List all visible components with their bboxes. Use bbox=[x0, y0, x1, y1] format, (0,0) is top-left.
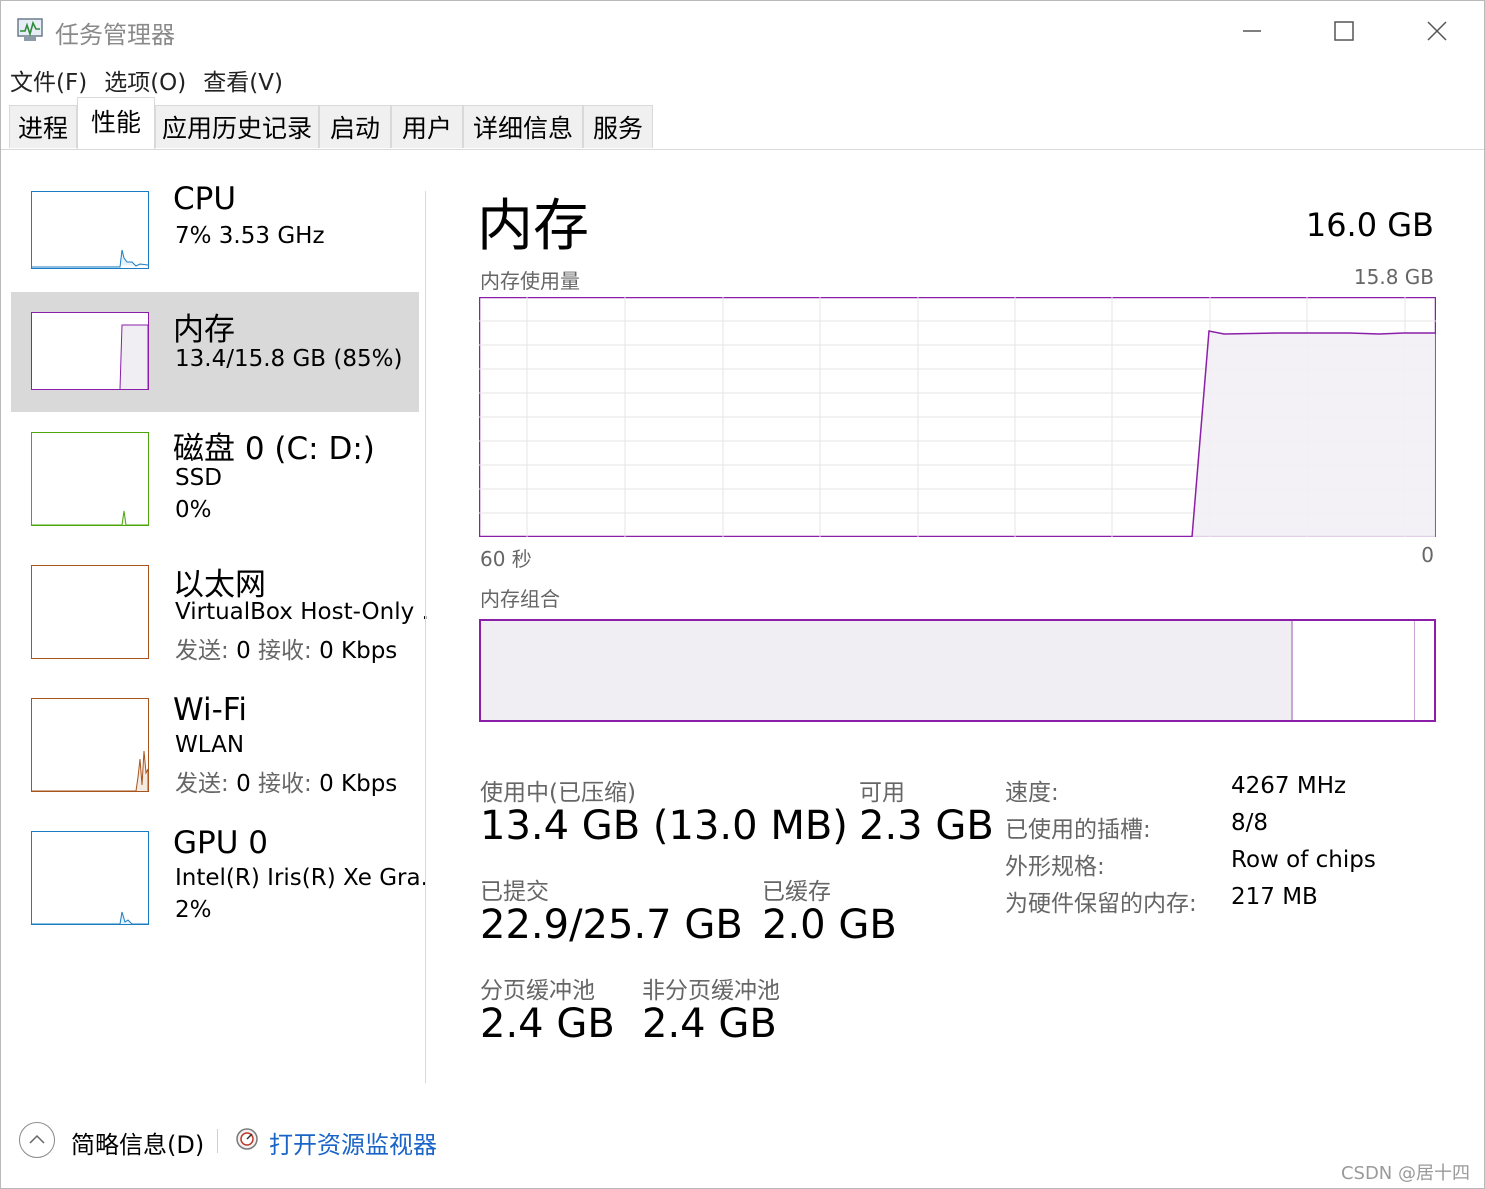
paged-pool-label: 分页缓冲池 bbox=[480, 978, 595, 1004]
gpu-mini-graph bbox=[31, 831, 149, 925]
hardware-reserved-label: 为硬件保留的内存: bbox=[1005, 891, 1197, 917]
maximize-icon bbox=[1334, 21, 1354, 41]
sidebar-item-cpu[interactable]: CPU 7% 3.53 GHz bbox=[11, 181, 419, 299]
ethernet-recv-value: 0 Kbps bbox=[319, 638, 398, 664]
sidebar-item-disk[interactable]: 磁盘 0 (C: D:) SSD 0% bbox=[11, 421, 419, 539]
cpu-usage: 7% 3.53 GHz bbox=[175, 223, 325, 249]
tab-app-history[interactable]: 应用历史记录 bbox=[155, 105, 319, 148]
menu-bar: 文件(F) 选项(O) 查看(V) bbox=[1, 59, 1484, 97]
committed-value: 22.9/25.7 GB bbox=[480, 902, 743, 948]
sidebar-divider bbox=[425, 191, 426, 1083]
sidebar-item-memory[interactable]: 内存 13.4/15.8 GB (85%) bbox=[11, 292, 419, 412]
fewer-details-label[interactable]: 简略信息(D) bbox=[71, 1125, 204, 1160]
performance-sidebar: CPU 7% 3.53 GHz 内存 13.4/15.8 GB (85%) 磁盘… bbox=[9, 181, 427, 1081]
task-manager-app-icon bbox=[15, 17, 45, 43]
ethernet-adapter: VirtualBox Host-Only ... bbox=[175, 599, 427, 625]
usage-chart-label: 内存使用量 bbox=[480, 269, 580, 293]
wifi-throughput: 发送: 0 接收: 0 Kbps bbox=[175, 764, 427, 798]
disk-usage: 0% bbox=[175, 497, 212, 523]
composition-label: 内存组合 bbox=[480, 587, 560, 611]
tab-users[interactable]: 用户 bbox=[391, 105, 463, 148]
ethernet-send-label: 发送: bbox=[175, 638, 229, 664]
footer-separator bbox=[217, 1129, 218, 1153]
memory-composition-bar bbox=[479, 619, 1436, 722]
ethernet-title: 以太网 bbox=[173, 567, 266, 603]
tab-startup[interactable]: 启动 bbox=[319, 105, 391, 148]
close-button[interactable] bbox=[1414, 11, 1460, 51]
csdn-watermark: CSDN @居十四 bbox=[1340, 1163, 1470, 1184]
wifi-send-label: 发送: bbox=[175, 771, 229, 797]
fewer-details-button[interactable] bbox=[19, 1122, 55, 1158]
nonpaged-pool-label: 非分页缓冲池 bbox=[642, 978, 780, 1004]
cached-value: 2.0 GB bbox=[762, 902, 897, 948]
task-manager-window: 任务管理器 文件(F) 选项(O) 查看(V) 进程 性能 应用历史记录 启动 … bbox=[0, 0, 1485, 1189]
in-use-value: 13.4 GB (13.0 MB) bbox=[480, 803, 848, 849]
minimize-icon bbox=[1243, 30, 1261, 32]
memory-total: 16.0 GB bbox=[1305, 206, 1434, 244]
minimize-button[interactable] bbox=[1229, 11, 1275, 51]
wifi-mini-graph bbox=[31, 698, 149, 792]
disk-title: 磁盘 0 (C: D:) bbox=[173, 431, 375, 467]
sidebar-item-ethernet[interactable]: 以太网 VirtualBox Host-Only ... 发送: 0 接收: 0… bbox=[11, 555, 427, 673]
memory-usage-chart bbox=[479, 297, 1436, 537]
form-factor-label: 外形规格: bbox=[1005, 854, 1105, 880]
open-resource-monitor-link[interactable]: 打开资源监视器 bbox=[269, 1125, 437, 1160]
slots-used-value: 8/8 bbox=[1231, 810, 1269, 836]
menu-view[interactable]: 查看(V) bbox=[194, 59, 291, 97]
tab-bar: 进程 性能 应用历史记录 启动 用户 详细信息 服务 bbox=[1, 97, 1484, 150]
tab-processes[interactable]: 进程 bbox=[9, 105, 77, 148]
speed-value: 4267 MHz bbox=[1231, 773, 1347, 799]
page-title: 内存 bbox=[477, 194, 589, 259]
disk-type: SSD bbox=[175, 465, 222, 491]
sidebar-item-wifi[interactable]: Wi-Fi WLAN 发送: 0 接收: 0 Kbps bbox=[11, 688, 419, 806]
chevron-up-icon bbox=[29, 1134, 45, 1144]
cached-label: 已缓存 bbox=[762, 879, 831, 905]
usage-chart-max: 15.8 GB bbox=[1353, 265, 1434, 289]
gpu-title: GPU 0 bbox=[173, 825, 268, 861]
gpu-usage: 2% bbox=[175, 897, 212, 923]
usage-axis-right: 0 bbox=[1421, 543, 1434, 567]
window-title: 任务管理器 bbox=[55, 21, 175, 49]
wifi-adapter: WLAN bbox=[175, 732, 245, 758]
composition-standby-divider bbox=[1414, 621, 1415, 720]
speed-label: 速度: bbox=[1005, 780, 1059, 806]
title-bar: 任务管理器 bbox=[1, 1, 1484, 59]
available-value: 2.3 GB bbox=[859, 803, 994, 849]
menu-file[interactable]: 文件(F) bbox=[1, 59, 95, 97]
paged-pool-value: 2.4 GB bbox=[480, 1001, 615, 1047]
tab-details[interactable]: 详细信息 bbox=[463, 105, 583, 148]
ethernet-mini-graph bbox=[31, 565, 149, 659]
ethernet-throughput: 发送: 0 接收: 0 Kbps bbox=[175, 631, 427, 665]
maximize-button[interactable] bbox=[1321, 11, 1367, 51]
tab-services[interactable]: 服务 bbox=[583, 105, 653, 148]
committed-label: 已提交 bbox=[480, 879, 549, 905]
memory-mini-graph bbox=[31, 312, 149, 390]
resource-monitor-icon bbox=[235, 1127, 259, 1151]
usage-axis-left: 60 秒 bbox=[480, 547, 532, 571]
gpu-model: Intel(R) Iris(R) Xe Gra... bbox=[175, 865, 427, 891]
cpu-mini-graph bbox=[31, 191, 149, 269]
wifi-send-value: 0 bbox=[236, 771, 251, 797]
sidebar-item-gpu[interactable]: GPU 0 Intel(R) Iris(R) Xe Gra... 2% bbox=[11, 821, 427, 939]
form-factor-value: Row of chips bbox=[1231, 847, 1376, 873]
in-use-label: 使用中(已压缩) bbox=[480, 780, 636, 806]
memory-usage: 13.4/15.8 GB (85%) bbox=[175, 346, 403, 372]
slots-used-label: 已使用的插槽: bbox=[1005, 817, 1151, 843]
wifi-recv-value: 0 Kbps bbox=[319, 771, 398, 797]
menu-options[interactable]: 选项(O) bbox=[95, 59, 194, 97]
cpu-title: CPU bbox=[173, 181, 237, 217]
wifi-recv-label: 接收: bbox=[258, 771, 312, 797]
nonpaged-pool-value: 2.4 GB bbox=[642, 1001, 777, 1047]
ethernet-recv-label: 接收: bbox=[258, 638, 312, 664]
composition-in-use-segment bbox=[481, 621, 1293, 720]
available-label: 可用 bbox=[859, 780, 905, 806]
close-icon bbox=[1427, 21, 1447, 41]
disk-mini-graph bbox=[31, 432, 149, 526]
tab-performance[interactable]: 性能 bbox=[77, 97, 155, 149]
hardware-reserved-value: 217 MB bbox=[1231, 884, 1318, 910]
memory-usage-series bbox=[1191, 330, 1436, 537]
ethernet-send-value: 0 bbox=[236, 638, 251, 664]
memory-title: 内存 bbox=[173, 312, 235, 348]
wifi-title: Wi-Fi bbox=[173, 692, 247, 728]
